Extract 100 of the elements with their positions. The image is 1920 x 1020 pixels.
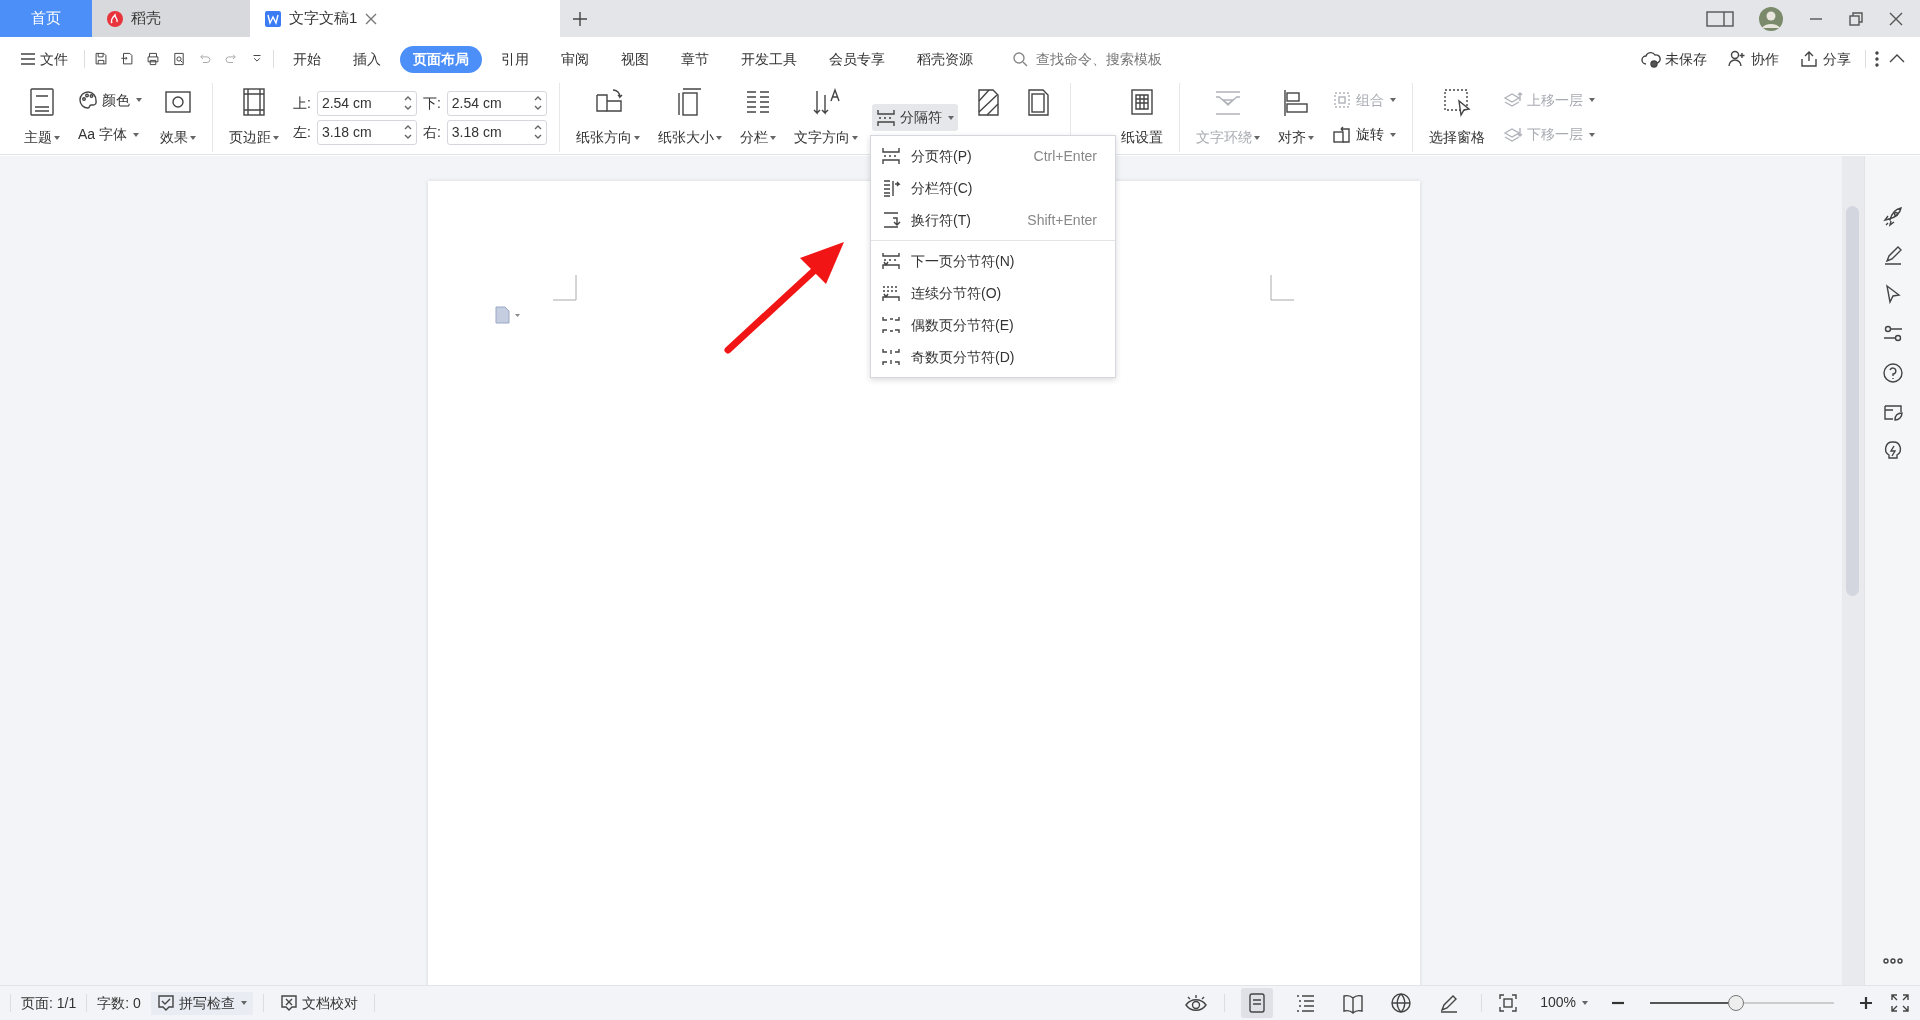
outline-icon (1294, 992, 1317, 1015)
spinner-icon[interactable] (533, 124, 542, 140)
field-label: 下: (422, 93, 441, 113)
close-icon[interactable] (1888, 10, 1904, 27)
fit-page-icon[interactable] (1498, 993, 1519, 1013)
window-layout-icon[interactable] (1706, 9, 1734, 28)
menu-tab[interactable]: 稻壳资源 (904, 45, 986, 73)
corner-mark (1270, 275, 1294, 301)
caret-icon (633, 136, 640, 141)
break-type-icon (881, 347, 901, 367)
ribbon-button[interactable]: 主题 (20, 83, 64, 152)
zoom-dropdown[interactable]: 100% (1534, 991, 1594, 1015)
menu-item[interactable]: 奇数页分节符(D) (871, 341, 1115, 373)
search-field[interactable]: 查找命令、搜索模板 (1034, 47, 1234, 71)
rocket-icon[interactable] (1881, 206, 1904, 228)
more-vertical-icon[interactable] (1874, 50, 1880, 68)
menu-item[interactable]: 分页符(P) Ctrl+Enter (871, 140, 1115, 172)
ribbon-button[interactable]: 分栏 (735, 83, 780, 152)
toolbar-button[interactable]: 分享 (1793, 47, 1857, 71)
caret-icon (1588, 132, 1595, 137)
menu-item[interactable]: 分栏符(C) (871, 172, 1115, 204)
ribbon-button[interactable]: 效果 (156, 83, 200, 152)
menu-tab[interactable]: 插入 (340, 45, 394, 73)
proofread-icon (279, 994, 298, 1012)
ribbon-button[interactable]: 纸张方向 (571, 83, 644, 152)
search-icon[interactable] (1012, 51, 1028, 67)
caret-icon (851, 136, 858, 141)
scrollbar[interactable] (1842, 156, 1864, 985)
caret-icon (1307, 136, 1314, 141)
menu-item[interactable]: 换行符(T) Shift+Enter (871, 204, 1115, 236)
ribbon-button[interactable]: Aa 字体 (74, 121, 146, 149)
zoom-in-icon[interactable] (1858, 995, 1874, 1011)
caret-icon (769, 136, 776, 141)
close-icon[interactable] (364, 11, 379, 26)
caret-icon (1588, 98, 1595, 103)
window-tab[interactable]: 稻壳 (92, 0, 250, 37)
menu-tab[interactable]: 审阅 (548, 45, 602, 73)
break-type-icon (881, 146, 901, 166)
globe-icon (1390, 992, 1413, 1015)
page-count: 页面: 1/1 (21, 993, 77, 1013)
window-tab[interactable]: 文字文稿1 (250, 0, 560, 37)
new-tab-plus-icon[interactable] (572, 10, 588, 27)
caret-icon (1389, 132, 1396, 137)
caret-icon (190, 136, 196, 141)
ribbon-button[interactable]: 纸设置 (1116, 83, 1167, 152)
break-type-icon (881, 315, 901, 335)
menu-item[interactable]: 下一页分节符(N) (871, 245, 1115, 277)
field-label: 左: (293, 122, 311, 142)
ribbon-button[interactable]: 分隔符 (871, 104, 958, 131)
spinner-icon[interactable] (403, 95, 412, 111)
check-icon (156, 994, 175, 1012)
user-avatar[interactable] (1758, 5, 1784, 32)
menu-tab[interactable]: 会员专享 (816, 45, 898, 73)
restore-icon[interactable] (1848, 10, 1864, 27)
theme-icon (27, 87, 57, 117)
toolbar-button[interactable]: 协作 (1721, 47, 1785, 71)
caret-icon (273, 136, 279, 141)
field-label: 右: (422, 122, 441, 142)
menu-tab[interactable]: 章节 (668, 45, 722, 73)
proofread-button[interactable]: 文档校对 (273, 991, 364, 1015)
menu-tab[interactable]: 引用 (488, 45, 542, 73)
ribbon-button[interactable]: 纸张大小 (653, 83, 726, 152)
caret-icon (1253, 136, 1260, 141)
ribbon-button[interactable]: 颜色 (74, 86, 146, 114)
caret-icon (947, 115, 954, 120)
help-icon[interactable] (1881, 362, 1904, 384)
break-type-icon (881, 251, 901, 271)
ribbon-button[interactable]: 旋转 (1327, 121, 1400, 149)
menu-item[interactable]: 偶数页分节符(E) (871, 309, 1115, 341)
margin-field[interactable]: 3.18 cm (316, 119, 417, 145)
menu-item[interactable]: 连续分节符(O) (871, 277, 1115, 309)
view-mode-button[interactable] (1241, 987, 1274, 1019)
toolbar-button[interactable]: 未保存 (1635, 47, 1713, 71)
menu-tab[interactable]: 视图 (608, 45, 662, 73)
cloud-icon (1641, 49, 1661, 69)
menu-tab[interactable]: 开始 (280, 45, 334, 73)
fullscreen-icon[interactable] (1890, 993, 1910, 1013)
margin-field[interactable]: 2.54 cm (316, 90, 417, 116)
ribbon-button[interactable]: 文字方向 (789, 83, 862, 152)
ribbon-button[interactable]: 选择窗格 (1424, 83, 1489, 152)
selection-pane-icon (1441, 87, 1472, 117)
menu-tab[interactable]: 开发工具 (728, 45, 810, 73)
flame-logo-icon (106, 9, 124, 28)
caret-icon (133, 132, 140, 137)
break-type-icon (881, 178, 901, 198)
spinner-icon[interactable] (533, 95, 542, 111)
file-menu[interactable]: 文件 (14, 47, 74, 71)
spinner-icon[interactable] (403, 124, 412, 140)
caret-icon (136, 98, 142, 103)
palette-icon (78, 90, 98, 111)
ribbon-button[interactable]: 页边距 (225, 83, 283, 152)
margin-field[interactable]: 2.54 cm (446, 90, 547, 116)
rotate-icon (1331, 124, 1352, 145)
margin-field[interactable]: 3.18 cm (446, 119, 547, 145)
ribbon-button[interactable]: 对齐 (1273, 83, 1318, 152)
more-icon[interactable] (1881, 957, 1904, 965)
slider-thumb[interactable] (1728, 995, 1745, 1011)
break-type-icon (881, 283, 901, 303)
eye-icon[interactable] (1184, 993, 1209, 1013)
spell-check-button[interactable]: 拼写检查 (150, 991, 253, 1015)
